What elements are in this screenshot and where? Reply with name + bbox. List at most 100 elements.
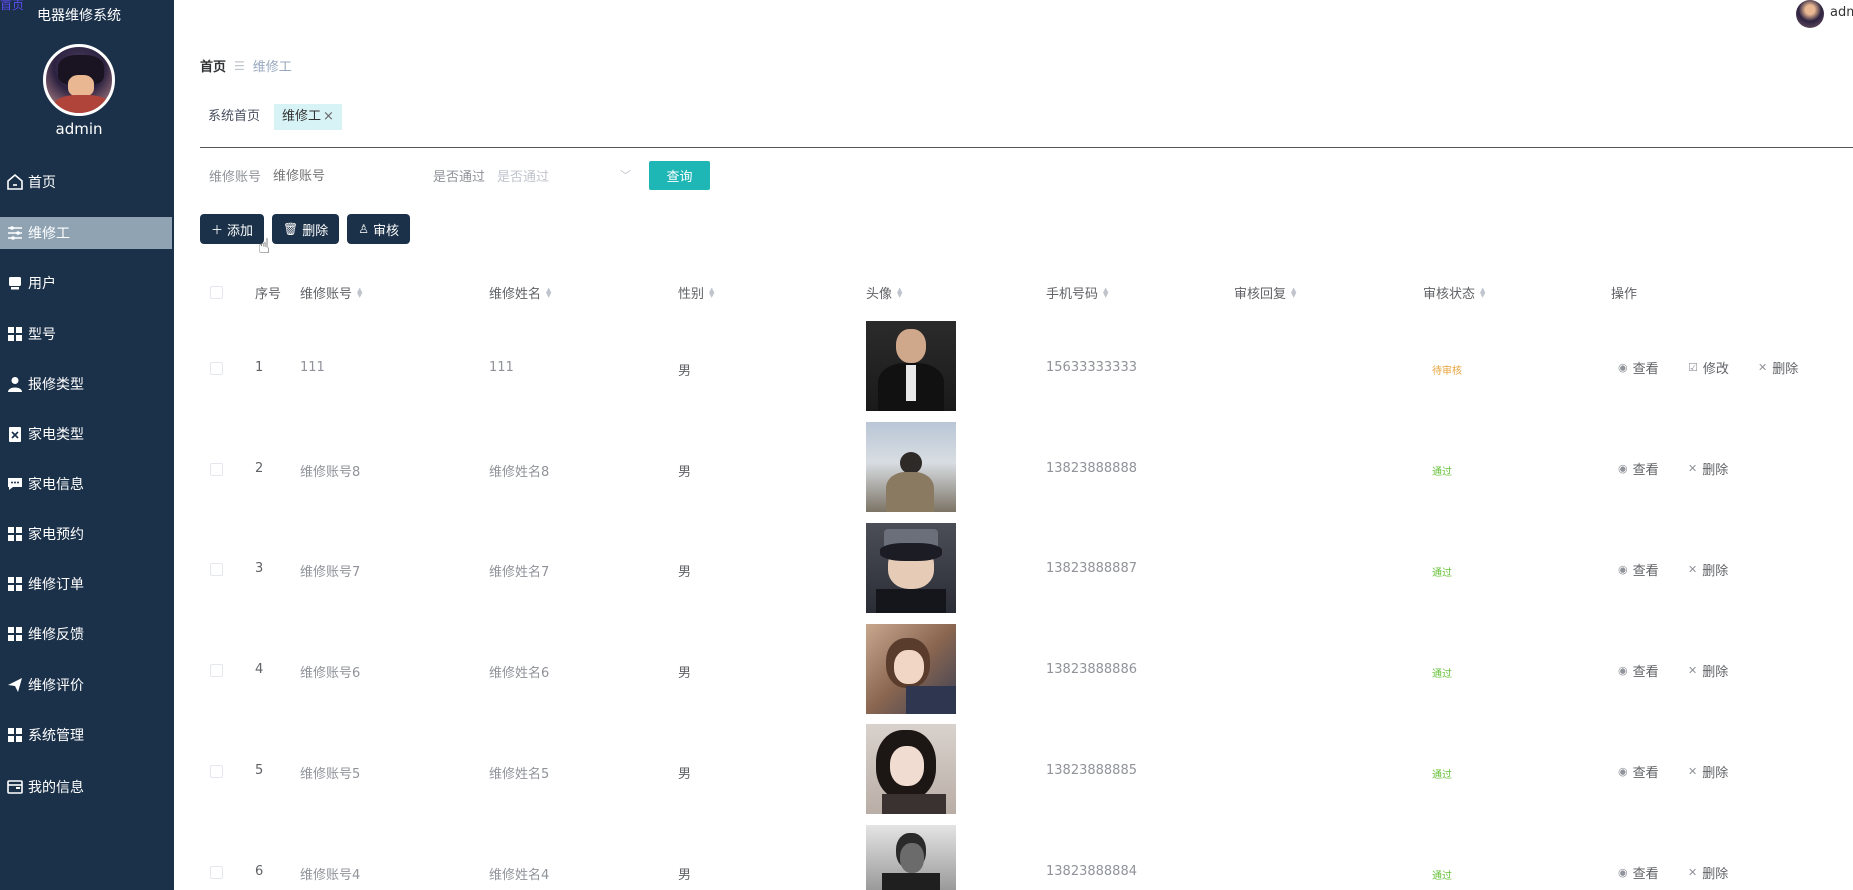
row-checkbox[interactable]: [210, 362, 223, 375]
tag-label: 维修工: [282, 109, 322, 124]
sidebar-item-repair-feedback[interactable]: 维修反馈: [0, 618, 172, 650]
delete-row-button[interactable]: ✕ 删除: [1688, 762, 1728, 781]
pass-select[interactable]: 是否通过 ﹀: [497, 161, 637, 189]
column-header-phone[interactable]: 手机号码 ▲ ▼: [1046, 283, 1108, 302]
breadcrumb-home[interactable]: 首页: [200, 56, 226, 75]
sort-icon: ▲ ▼: [1291, 285, 1297, 299]
sidebar-item-appliance-booking[interactable]: 家电预约: [0, 518, 172, 550]
pass-label: 是否通过: [433, 169, 486, 185]
eye-icon: ◉: [1618, 664, 1628, 677]
row-index: 4: [255, 662, 264, 677]
top-user-avatar[interactable]: [1796, 0, 1824, 28]
row-avatar[interactable]: [866, 523, 956, 613]
sliders-icon: [6, 224, 24, 242]
row-gender: 男: [678, 565, 692, 580]
view-button[interactable]: ◉ 查看: [1618, 560, 1659, 579]
view-button[interactable]: ◉ 查看: [1618, 661, 1659, 680]
sidebar-item-system[interactable]: 系统管理: [0, 719, 172, 751]
sidebar-item-label: 维修订单: [28, 577, 84, 593]
account-search-input[interactable]: [273, 161, 404, 189]
sidebar-item-repair-order[interactable]: 维修订单: [0, 568, 172, 600]
status-badge: 待审核: [1432, 366, 1462, 377]
row-account: 维修账号6: [300, 666, 361, 681]
add-button[interactable]: ＋添加: [200, 214, 265, 244]
sidebar-item-label: 维修反馈: [28, 627, 84, 643]
column-header-account[interactable]: 维修账号 ▲ ▼: [300, 283, 362, 302]
sidebar-item-appliance-type[interactable]: 家电类型: [0, 418, 172, 450]
status-badge: 通过: [1432, 770, 1452, 781]
row-index: 5: [255, 763, 264, 778]
view-button[interactable]: ◉ 查看: [1618, 459, 1659, 478]
grid-icon: [6, 575, 24, 593]
close-icon: ✕: [1688, 462, 1698, 475]
top-user-name[interactable]: adm: [1830, 5, 1853, 20]
breadcrumb-separator-icon: ☰: [234, 58, 245, 73]
close-icon: ✕: [1688, 664, 1698, 677]
edit-button[interactable]: ☑ 修改: [1688, 358, 1729, 377]
eye-icon: ◉: [1618, 462, 1628, 475]
column-header-status[interactable]: 审核状态 ▲ ▼: [1423, 283, 1485, 302]
grid-icon: [6, 325, 24, 343]
sidebar: 首页 电器维修系统 admin 首页 维修工 用户 型号 报修类型 家电类型 家…: [0, 0, 174, 890]
column-header-avatar[interactable]: 头像 ▲ ▼: [866, 283, 902, 302]
column-header-name[interactable]: 维修姓名 ▲ ▼: [489, 283, 551, 302]
status-badge: 通过: [1432, 669, 1452, 680]
sidebar-item-repair-type[interactable]: 报修类型: [0, 368, 172, 400]
audit-button[interactable]: ♙ 审核: [347, 214, 411, 244]
query-button[interactable]: 查询: [649, 160, 711, 190]
row-gender: 男: [678, 364, 692, 379]
delete-row-button[interactable]: ✕ 删除: [1688, 661, 1728, 680]
person-icon: [6, 375, 24, 393]
delete-row-button[interactable]: ✕ 删除: [1688, 863, 1728, 882]
row-account: 维修账号8: [300, 465, 361, 480]
sidebar-item-appliance-info[interactable]: 家电信息: [0, 468, 172, 500]
row-checkbox[interactable]: [210, 664, 223, 677]
close-icon: ✕: [1688, 866, 1698, 879]
breadcrumb-current: 维修工: [252, 60, 292, 75]
sort-icon: ▲ ▼: [357, 285, 363, 299]
row-phone: 13823888888: [1046, 461, 1137, 476]
select-all-checkbox[interactable]: [210, 286, 223, 299]
sidebar-item-label: 首页: [28, 175, 56, 191]
sidebar-item-home[interactable]: 首页: [0, 166, 172, 198]
row-gender: 男: [678, 868, 692, 883]
view-button[interactable]: ◉ 查看: [1618, 762, 1659, 781]
sidebar-item-label: 用户: [28, 276, 56, 292]
row-avatar[interactable]: [866, 624, 956, 714]
sidebar-item-my-info[interactable]: 我的信息: [0, 771, 172, 803]
row-gender: 男: [678, 767, 692, 782]
wallet-icon: [6, 778, 24, 796]
close-icon[interactable]: ×: [323, 104, 334, 130]
sidebar-item-user[interactable]: 用户: [0, 267, 172, 299]
delete-row-button[interactable]: ✕ 删除: [1758, 358, 1798, 377]
column-header-reply[interactable]: 审核回复 ▲ ▼: [1234, 283, 1296, 302]
row-avatar[interactable]: [866, 321, 956, 411]
sidebar-item-repairman[interactable]: 维修工: [0, 217, 172, 249]
tag-repairman[interactable]: 维修工 ×: [274, 104, 342, 130]
row-checkbox[interactable]: [210, 463, 223, 476]
delete-row-button[interactable]: ✕ 删除: [1688, 459, 1728, 478]
grid-icon: [6, 525, 24, 543]
search-form: 维修账号 是否通过 是否通过 ﹀ 查询: [209, 160, 711, 190]
delete-button[interactable]: 🗑 删除: [272, 214, 340, 244]
row-phone: 13823888885: [1046, 763, 1137, 778]
row-checkbox[interactable]: [210, 866, 223, 879]
view-button[interactable]: ◉ 查看: [1618, 863, 1659, 882]
row-index: 6: [255, 864, 264, 879]
tag-system-home[interactable]: 系统首页: [200, 104, 268, 130]
row-name: 111: [489, 360, 514, 375]
sidebar-item-repair-review[interactable]: 维修评价: [0, 669, 172, 701]
row-avatar[interactable]: [866, 724, 956, 814]
row-checkbox[interactable]: [210, 765, 223, 778]
sidebar-item-label: 系统管理: [28, 728, 84, 744]
column-header-actions: 操作: [1611, 287, 1638, 302]
chevron-down-icon: ﹀: [620, 169, 632, 182]
row-checkbox[interactable]: [210, 563, 223, 576]
sidebar-item-model[interactable]: 型号: [0, 318, 172, 350]
view-button[interactable]: ◉ 查看: [1618, 358, 1659, 377]
row-avatar[interactable]: [866, 422, 956, 512]
row-avatar[interactable]: [866, 825, 956, 890]
eye-icon: ◉: [1618, 866, 1628, 879]
column-header-gender[interactable]: 性别 ▲ ▼: [678, 283, 714, 302]
delete-row-button[interactable]: ✕ 删除: [1688, 560, 1728, 579]
